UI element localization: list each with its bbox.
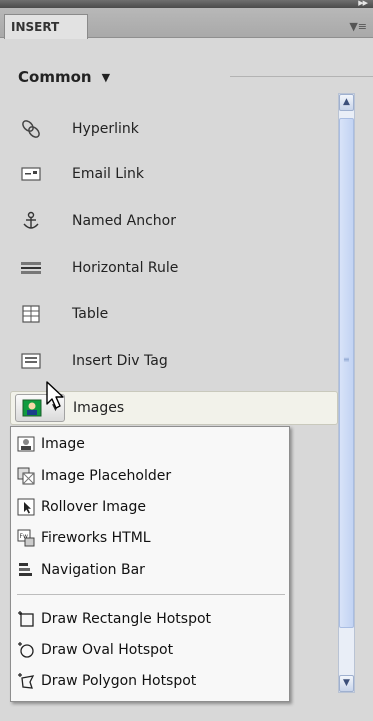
- category-label: Common: [18, 68, 92, 86]
- scroll-grip-icon: ≡: [343, 355, 350, 364]
- menu-separator: [17, 594, 285, 595]
- menu-item-label: Fireworks HTML: [41, 529, 151, 546]
- rectangle-hotspot-icon: [18, 610, 34, 627]
- rollover-image-icon: [17, 498, 35, 515]
- fireworks-html-icon: Fw: [17, 529, 35, 546]
- panel-tab-bar: INSERT ▼≡: [0, 8, 373, 39]
- category-selector[interactable]: Common ▼: [18, 66, 110, 88]
- polygon-hotspot-icon: [18, 672, 35, 689]
- hyperlink-icon: [22, 120, 40, 138]
- item-label: Email Link: [72, 166, 144, 182]
- insert-item-table[interactable]: Table: [0, 294, 330, 334]
- images-label: Images: [73, 400, 125, 416]
- menu-item-label: Navigation Bar: [41, 561, 145, 578]
- item-label: Table: [72, 306, 109, 322]
- menu-item-label: Draw Oval Hotspot: [41, 641, 174, 658]
- menu-item-draw-polygon-hotspot[interactable]: Draw Polygon Hotspot: [11, 666, 289, 695]
- panel-scrollbar[interactable]: ▲ ≡ ▼: [338, 93, 355, 693]
- mouse-cursor-icon: [46, 381, 64, 409]
- navigation-bar-icon: [19, 562, 32, 576]
- image-icon: [22, 399, 42, 417]
- scroll-down-icon[interactable]: ▼: [339, 675, 354, 692]
- menu-item-image-placeholder[interactable]: Image Placeholder: [11, 461, 289, 490]
- menu-item-label: Draw Polygon Hotspot: [41, 672, 197, 689]
- menu-item-label: Image Placeholder: [41, 467, 172, 484]
- category-divider: [230, 76, 373, 77]
- named-anchor-icon: [23, 211, 39, 229]
- insert-item-named-anchor[interactable]: Named Anchor: [0, 201, 330, 241]
- item-label: Named Anchor: [72, 213, 176, 229]
- email-link-icon: [21, 167, 41, 181]
- insert-item-horizontal-rule[interactable]: Horizontal Rule: [0, 248, 330, 288]
- item-label: Hyperlink: [72, 121, 139, 137]
- menu-item-draw-oval-hotspot[interactable]: Draw Oval Hotspot: [11, 635, 289, 664]
- table-icon: [22, 305, 40, 323]
- menu-item-image[interactable]: Image: [11, 429, 289, 458]
- insert-item-email-link[interactable]: Email Link: [0, 154, 330, 194]
- insert-item-div-tag[interactable]: Insert Div Tag: [0, 341, 330, 381]
- horizontal-rule-icon: [21, 262, 41, 274]
- oval-hotspot-icon: [18, 641, 34, 658]
- chevron-down-icon: ▼: [101, 70, 111, 84]
- panel-options-icon[interactable]: ▼≡: [349, 20, 367, 33]
- tab-insert[interactable]: INSERT: [4, 14, 88, 39]
- scroll-up-icon[interactable]: ▲: [339, 94, 354, 111]
- scroll-thumb[interactable]: [339, 118, 354, 628]
- menu-item-navigation-bar[interactable]: Navigation Bar: [11, 555, 289, 584]
- menu-item-label: Draw Rectangle Hotspot: [41, 610, 212, 627]
- div-tag-icon: [21, 353, 41, 369]
- image-icon: [17, 436, 35, 451]
- menu-item-label: Image: [41, 435, 85, 452]
- item-label: Horizontal Rule: [72, 260, 179, 276]
- menu-item-fireworks-html[interactable]: Fw Fireworks HTML: [11, 523, 289, 552]
- menu-item-rollover-image[interactable]: Rollover Image: [11, 492, 289, 521]
- menu-item-draw-rectangle-hotspot[interactable]: Draw Rectangle Hotspot: [11, 604, 289, 633]
- menu-item-label: Rollover Image: [41, 498, 146, 515]
- images-dropdown-menu: Image Image Placeholder Rollover Image F…: [10, 426, 290, 702]
- insert-item-hyperlink[interactable]: Hyperlink: [0, 109, 330, 149]
- collapse-panel-icon[interactable]: ▶▶: [358, 0, 368, 7]
- image-placeholder-icon: [17, 467, 35, 484]
- item-label: Insert Div Tag: [72, 353, 168, 369]
- panel-top-bar: ▶▶: [0, 0, 373, 8]
